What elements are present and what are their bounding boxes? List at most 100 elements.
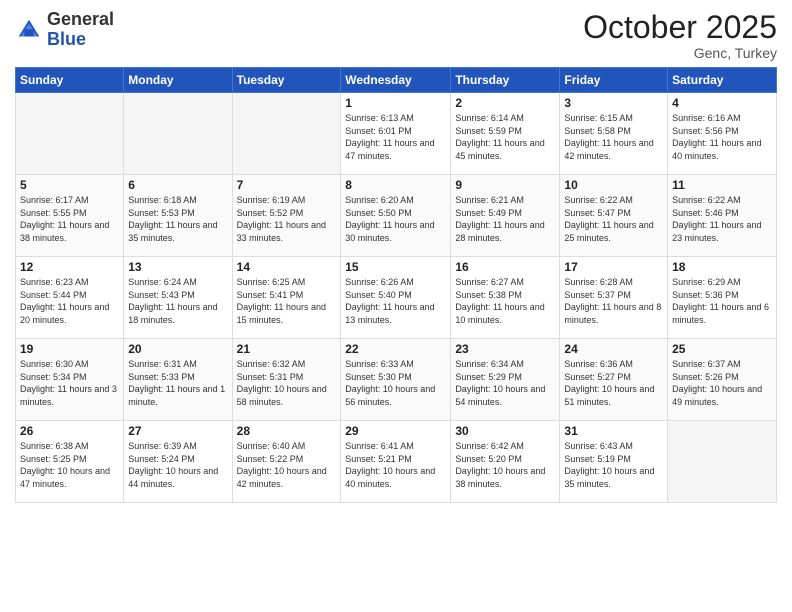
col-header-thursday: Thursday [451,68,560,93]
calendar-cell: 7 Sunrise: 6:19 AM Sunset: 5:52 PM Daylig… [232,175,341,257]
col-header-monday: Monday [124,68,232,93]
day-info: Sunrise: 6:40 AM Sunset: 5:22 PM Dayligh… [237,440,337,490]
calendar-cell: 11 Sunrise: 6:22 AM Sunset: 5:46 PM Dayli… [668,175,777,257]
calendar-table: SundayMondayTuesdayWednesdayThursdayFrid… [15,67,777,503]
day-number: 9 [455,178,555,192]
day-number: 1 [345,96,446,110]
day-number: 7 [237,178,337,192]
day-number: 31 [564,424,663,438]
day-number: 27 [128,424,227,438]
calendar-cell: 20 Sunrise: 6:31 AM Sunset: 5:33 PM Dayli… [124,339,232,421]
calendar-header-row: SundayMondayTuesdayWednesdayThursdayFrid… [16,68,777,93]
title-block: October 2025 Genc, Turkey [583,10,777,61]
day-info: Sunrise: 6:18 AM Sunset: 5:53 PM Dayligh… [128,194,227,244]
week-row-5: 26Sunrise: 6:38 AM Sunset: 5:25 PM Dayli… [16,421,777,503]
day-info: Sunrise: 6:14 AM Sunset: 5:59 PM Dayligh… [455,112,555,162]
logo-icon [15,16,43,44]
calendar-cell: 8 Sunrise: 6:20 AM Sunset: 5:50 PM Daylig… [341,175,451,257]
day-number: 24 [564,342,663,356]
day-info: Sunrise: 6:19 AM Sunset: 5:52 PM Dayligh… [237,194,337,244]
day-info: Sunrise: 6:34 AM Sunset: 5:29 PM Dayligh… [455,358,555,408]
calendar-cell: 23Sunrise: 6:34 AM Sunset: 5:29 PM Dayli… [451,339,560,421]
day-info: Sunrise: 6:37 AM Sunset: 5:26 PM Dayligh… [672,358,772,408]
week-row-1: 1 Sunrise: 6:13 AM Sunset: 6:01 PM Daylig… [16,93,777,175]
calendar-cell: 31Sunrise: 6:43 AM Sunset: 5:19 PM Dayli… [560,421,668,503]
calendar-cell: 18 Sunrise: 6:29 AM Sunset: 5:36 PM Dayli… [668,257,777,339]
day-info: Sunrise: 6:23 AM Sunset: 5:44 PM Dayligh… [20,276,119,326]
day-number: 21 [237,342,337,356]
day-info: Sunrise: 6:41 AM Sunset: 5:21 PM Dayligh… [345,440,446,490]
calendar-cell: 13Sunrise: 6:24 AM Sunset: 5:43 PM Dayli… [124,257,232,339]
calendar-cell: 4 Sunrise: 6:16 AM Sunset: 5:56 PM Daylig… [668,93,777,175]
day-number: 19 [20,342,119,356]
day-number: 4 [672,96,772,110]
day-number: 15 [345,260,446,274]
day-info: Sunrise: 6:42 AM Sunset: 5:20 PM Dayligh… [455,440,555,490]
calendar-cell: 6 Sunrise: 6:18 AM Sunset: 5:53 PM Daylig… [124,175,232,257]
day-number: 10 [564,178,663,192]
calendar-cell: 10 Sunrise: 6:22 AM Sunset: 5:47 PM Dayli… [560,175,668,257]
calendar-cell: 22 Sunrise: 6:33 AM Sunset: 5:30 PM Dayli… [341,339,451,421]
day-number: 5 [20,178,119,192]
day-number: 30 [455,424,555,438]
day-info: Sunrise: 6:36 AM Sunset: 5:27 PM Dayligh… [564,358,663,408]
day-number: 16 [455,260,555,274]
calendar-cell: 28Sunrise: 6:40 AM Sunset: 5:22 PM Dayli… [232,421,341,503]
day-number: 6 [128,178,227,192]
col-header-tuesday: Tuesday [232,68,341,93]
calendar-cell: 12 Sunrise: 6:23 AM Sunset: 5:44 PM Dayli… [16,257,124,339]
calendar-cell [124,93,232,175]
calendar-cell: 19 Sunrise: 6:30 AM Sunset: 5:34 PM Dayli… [16,339,124,421]
calendar-cell: 14Sunrise: 6:25 AM Sunset: 5:41 PM Dayli… [232,257,341,339]
day-info: Sunrise: 6:28 AM Sunset: 5:37 PM Dayligh… [564,276,663,326]
day-number: 20 [128,342,227,356]
day-info: Sunrise: 6:20 AM Sunset: 5:50 PM Dayligh… [345,194,446,244]
day-info: Sunrise: 6:33 AM Sunset: 5:30 PM Dayligh… [345,358,446,408]
day-info: Sunrise: 6:13 AM Sunset: 6:01 PM Dayligh… [345,112,446,162]
day-info: Sunrise: 6:15 AM Sunset: 5:58 PM Dayligh… [564,112,663,162]
col-header-saturday: Saturday [668,68,777,93]
week-row-2: 5 Sunrise: 6:17 AM Sunset: 5:55 PM Daylig… [16,175,777,257]
main-container: General Blue October 2025 Genc, Turkey S… [0,0,792,612]
calendar-cell: 29 Sunrise: 6:41 AM Sunset: 5:21 PM Dayli… [341,421,451,503]
day-info: Sunrise: 6:17 AM Sunset: 5:55 PM Dayligh… [20,194,119,244]
month-title: October 2025 [583,10,777,45]
calendar-cell: 24 Sunrise: 6:36 AM Sunset: 5:27 PM Dayli… [560,339,668,421]
day-info: Sunrise: 6:31 AM Sunset: 5:33 PM Dayligh… [128,358,227,408]
calendar-cell: 30 Sunrise: 6:42 AM Sunset: 5:20 PM Dayli… [451,421,560,503]
day-number: 3 [564,96,663,110]
col-header-wednesday: Wednesday [341,68,451,93]
col-header-sunday: Sunday [16,68,124,93]
day-info: Sunrise: 6:27 AM Sunset: 5:38 PM Dayligh… [455,276,555,326]
day-info: Sunrise: 6:29 AM Sunset: 5:36 PM Dayligh… [672,276,772,326]
calendar-cell: 26Sunrise: 6:38 AM Sunset: 5:25 PM Dayli… [16,421,124,503]
calendar-cell: 3 Sunrise: 6:15 AM Sunset: 5:58 PM Daylig… [560,93,668,175]
day-number: 29 [345,424,446,438]
day-number: 11 [672,178,772,192]
calendar-cell: 1 Sunrise: 6:13 AM Sunset: 6:01 PM Daylig… [341,93,451,175]
calendar-cell: 21Sunrise: 6:32 AM Sunset: 5:31 PM Dayli… [232,339,341,421]
calendar-cell: 9 Sunrise: 6:21 AM Sunset: 5:49 PM Daylig… [451,175,560,257]
logo: General Blue [15,10,114,50]
week-row-4: 19 Sunrise: 6:30 AM Sunset: 5:34 PM Dayli… [16,339,777,421]
day-info: Sunrise: 6:26 AM Sunset: 5:40 PM Dayligh… [345,276,446,326]
day-info: Sunrise: 6:22 AM Sunset: 5:46 PM Dayligh… [672,194,772,244]
day-number: 18 [672,260,772,274]
day-info: Sunrise: 6:39 AM Sunset: 5:24 PM Dayligh… [128,440,227,490]
day-info: Sunrise: 6:21 AM Sunset: 5:49 PM Dayligh… [455,194,555,244]
day-number: 26 [20,424,119,438]
calendar-cell [16,93,124,175]
header: General Blue October 2025 Genc, Turkey [15,10,777,61]
day-info: Sunrise: 6:25 AM Sunset: 5:41 PM Dayligh… [237,276,337,326]
day-number: 12 [20,260,119,274]
day-number: 8 [345,178,446,192]
calendar-cell: 17Sunrise: 6:28 AM Sunset: 5:37 PM Dayli… [560,257,668,339]
day-info: Sunrise: 6:22 AM Sunset: 5:47 PM Dayligh… [564,194,663,244]
calendar-cell: 2Sunrise: 6:14 AM Sunset: 5:59 PM Daylig… [451,93,560,175]
logo-general-text: General [47,9,114,29]
day-number: 22 [345,342,446,356]
day-info: Sunrise: 6:16 AM Sunset: 5:56 PM Dayligh… [672,112,772,162]
day-info: Sunrise: 6:30 AM Sunset: 5:34 PM Dayligh… [20,358,119,408]
calendar-cell: 5 Sunrise: 6:17 AM Sunset: 5:55 PM Daylig… [16,175,124,257]
calendar-cell [668,421,777,503]
